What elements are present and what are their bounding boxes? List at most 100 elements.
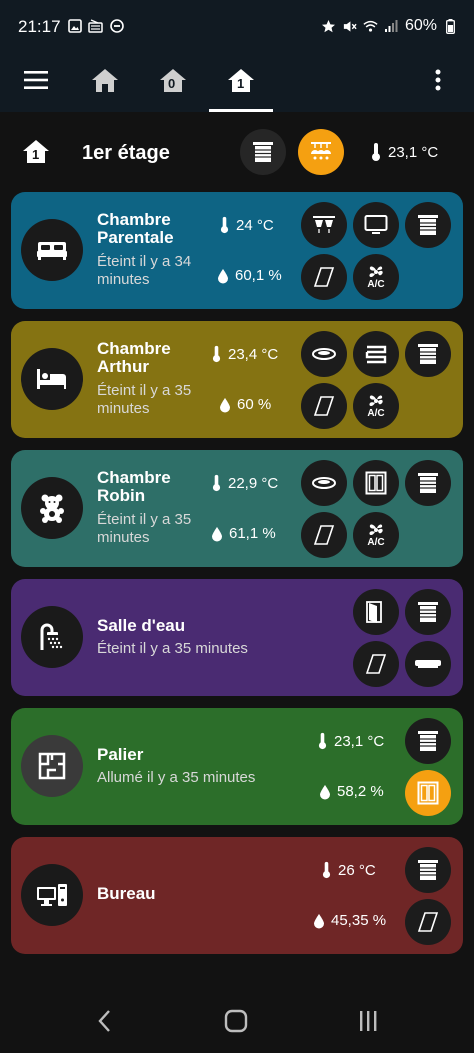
room-card-palier[interactable]: Palier Allumé il y a 35 minutes 23,1 °C … [11, 708, 463, 825]
room-name: Chambre Arthur [97, 339, 171, 376]
room-card-chambre-parentale[interactable]: Chambre Parentale Éteint il y a 34 minut… [11, 192, 463, 309]
status-time: 21:17 [18, 17, 61, 36]
window-tilt-button[interactable] [405, 899, 451, 945]
tab-floor-0[interactable]: 0 [153, 60, 193, 100]
shutter-button[interactable] [405, 460, 451, 506]
room-name: Chambre Parentale [97, 210, 174, 247]
battery-percent: 60% [404, 17, 437, 34]
room-icon-chambre-robin [21, 477, 83, 539]
window-tilt-button[interactable] [301, 512, 347, 558]
do-not-disturb-icon [109, 18, 124, 33]
battery-icon [443, 18, 458, 34]
room-humidity: 60 % [219, 396, 271, 413]
ac-label: A/C [367, 537, 385, 548]
room-status: Éteint il y a 35 minutes [97, 640, 248, 657]
light-switch-button[interactable] [405, 770, 451, 816]
shutter-button[interactable] [405, 847, 451, 893]
tv-icon [364, 214, 388, 236]
window-button[interactable] [301, 254, 347, 300]
shutter-button[interactable] [405, 589, 451, 635]
radio-icon [88, 18, 103, 33]
menu-button[interactable] [16, 60, 56, 100]
room-icon-bureau [21, 864, 83, 926]
ceiling-light-button[interactable] [301, 460, 347, 506]
floor-badge-label: 1 [32, 147, 40, 162]
tab-home[interactable] [85, 60, 125, 100]
temperature-value: 24 °C [236, 216, 274, 234]
home-button[interactable] [224, 1009, 250, 1035]
shutter-button[interactable] [405, 202, 451, 248]
room-card-chambre-arthur[interactable]: Chambre Arthur Éteint il y a 35 minutes … [11, 321, 463, 438]
window-tilt-button[interactable] [353, 641, 399, 687]
humidity-value: 61,1 % [229, 525, 276, 542]
spotlights-button[interactable] [301, 202, 347, 248]
desktop-computer-icon [36, 882, 68, 908]
tab-floor-1[interactable]: 1 [221, 60, 261, 100]
ac-button[interactable]: A/C [353, 383, 399, 429]
status-bar: 21:17 60% [0, 0, 474, 54]
room-name: Palier [97, 745, 144, 764]
shutter-icon [417, 601, 439, 623]
mute-icon [342, 19, 357, 34]
ac-label: A/C [367, 408, 385, 419]
shutter-button[interactable] [405, 718, 451, 764]
vanity-light-button[interactable] [405, 641, 451, 687]
humidity-value: 58,2 % [337, 783, 384, 800]
window-closed-icon [365, 471, 387, 495]
floor-shutters-button[interactable] [240, 129, 286, 175]
humidity-value: 60,1 % [235, 267, 282, 284]
door-button[interactable] [353, 589, 399, 635]
shutter-button[interactable] [405, 331, 451, 377]
room-humidity: 45,35 % [313, 912, 386, 929]
light-bar-icon [414, 657, 442, 671]
room-temperature: 23,1 °C [317, 732, 384, 750]
wifi-icon [363, 19, 378, 34]
ac-label: A/C [367, 279, 385, 290]
home-floor-1-icon: 1 [227, 67, 255, 93]
room-card-salle-d-eau[interactable]: Salle d'eau Éteint il y a 35 minutes [11, 579, 463, 696]
thermometer-icon [211, 345, 222, 363]
room-icon-chambre-arthur [21, 348, 83, 410]
window-button[interactable] [353, 460, 399, 506]
shutter-icon [417, 859, 439, 881]
overflow-menu-button[interactable] [418, 60, 458, 100]
window-tilt-icon [313, 395, 335, 417]
thermometer-icon [321, 861, 332, 879]
temperature-value: 26 °C [338, 861, 376, 879]
ceiling-lights-icon [308, 140, 334, 164]
water-drop-icon [319, 784, 331, 800]
room-name: Salle d'eau [97, 616, 186, 635]
ceiling-light-button[interactable] [301, 331, 347, 377]
floor-0-label: 0 [168, 76, 176, 91]
room-status: Éteint il y a 35 minutes [97, 382, 192, 417]
shower-icon [37, 622, 67, 652]
tv-button[interactable] [353, 202, 399, 248]
room-humidity: 61,1 % [211, 525, 276, 542]
floor-lights-button[interactable] [298, 129, 344, 175]
top-navigation: 0 1 [0, 54, 474, 112]
home-floor-0-icon: 0 [159, 67, 187, 93]
room-status: Éteint il y a 34 minutes [97, 253, 192, 288]
home-icon [91, 67, 119, 93]
temperature-value: 22,9 °C [228, 474, 279, 492]
water-drop-icon [211, 526, 223, 542]
room-humidity: 58,2 % [319, 783, 384, 800]
recents-button[interactable] [356, 1009, 382, 1035]
temperature-value: 23,4 °C [228, 345, 279, 363]
room-card-bureau[interactable]: Bureau 26 °C 45,35 % [11, 837, 463, 954]
door-open-icon [365, 600, 387, 624]
bed-icon [36, 238, 68, 262]
room-temperature: 26 °C [321, 861, 376, 879]
floor-temperature: 23,1 °C [370, 142, 438, 162]
led-strip-button[interactable] [353, 331, 399, 377]
floor-badge-icon: 1 [22, 138, 50, 164]
window-button[interactable] [301, 383, 347, 429]
room-card-chambre-robin[interactable]: Chambre Robin Éteint il y a 35 minutes 2… [11, 450, 463, 567]
thermometer-icon [219, 216, 230, 234]
ac-button[interactable]: A/C [353, 254, 399, 300]
home-square-icon [224, 1009, 250, 1033]
back-button[interactable] [92, 1008, 116, 1034]
floor-title: 1er étage [82, 142, 170, 164]
room-icon-salle-d-eau [21, 606, 83, 668]
ac-button[interactable]: A/C [353, 512, 399, 558]
